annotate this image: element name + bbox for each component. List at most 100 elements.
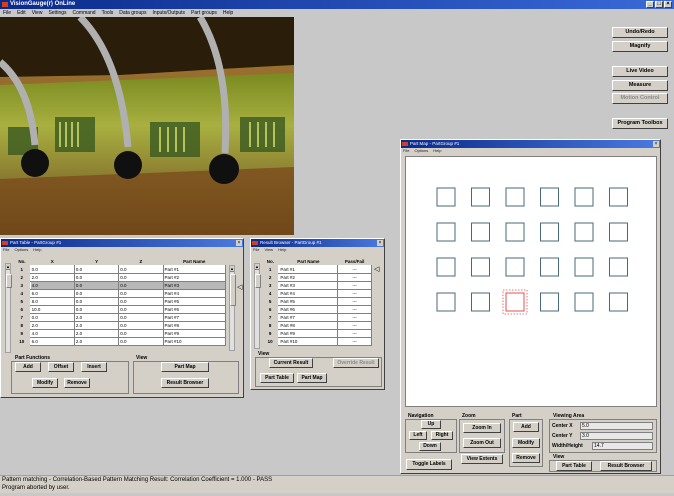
part-marker[interactable] xyxy=(540,257,559,277)
scroll-up-icon[interactable]: ▲ xyxy=(6,264,10,270)
part-marker[interactable] xyxy=(436,187,456,207)
part-marker[interactable] xyxy=(436,257,456,277)
menu-tools[interactable]: Tools xyxy=(102,9,114,17)
part-marker[interactable] xyxy=(574,292,594,312)
table-row[interactable]: 7 0.0 2.0 0.0 Part #7 xyxy=(14,313,227,322)
table-row[interactable]: 4 6.0 0.0 0.0 Part #4 xyxy=(14,289,227,298)
cell-name[interactable]: Part #3 xyxy=(278,281,339,290)
zoom-out-button[interactable]: Zoom Out xyxy=(463,438,501,448)
menu-help[interactable]: Help xyxy=(33,247,41,253)
cell-name[interactable]: Part #6 xyxy=(162,305,227,314)
cell-y[interactable]: 2.0 xyxy=(73,329,120,338)
cell-z[interactable]: 0.0 xyxy=(118,265,164,274)
cell-y[interactable]: 0.0 xyxy=(73,297,120,306)
part-marker[interactable] xyxy=(609,187,628,207)
menu-data-groups[interactable]: Data groups xyxy=(119,9,146,17)
table-row[interactable]: 9 4.0 2.0 0.0 Part #9 xyxy=(14,329,227,338)
cell-name[interactable]: Part #7 xyxy=(278,313,339,322)
cell-z[interactable]: 0.0 xyxy=(118,297,164,306)
current-result-button[interactable]: Current Result xyxy=(269,358,313,368)
remove-part-button[interactable]: Remove xyxy=(512,453,540,463)
cell-z[interactable]: 0.0 xyxy=(118,289,164,298)
cell-y[interactable]: 0.0 xyxy=(73,305,120,314)
table-row[interactable]: 5 Part #5 --- xyxy=(262,297,372,306)
cell-name[interactable]: Part #5 xyxy=(162,297,227,306)
cell-y[interactable]: 0.0 xyxy=(73,289,120,298)
table-row[interactable]: 3 4.0 0.0 0.0 Part #3 xyxy=(14,281,227,290)
cell-pf[interactable]: --- xyxy=(337,329,372,338)
menu-help[interactable]: Help xyxy=(278,247,286,253)
cell-name[interactable]: Part #4 xyxy=(278,289,339,298)
part-marker[interactable] xyxy=(540,187,559,207)
menu-view[interactable]: View xyxy=(264,247,273,253)
part-table-right-scrollbar[interactable]: ▲ xyxy=(229,265,236,351)
part-marker[interactable] xyxy=(505,257,525,277)
result-browser-left-scrollbar[interactable]: ▲ xyxy=(254,263,261,349)
cell-name[interactable]: Part #1 xyxy=(162,265,227,274)
part-marker[interactable] xyxy=(574,222,594,242)
cell-name[interactable]: Part #9 xyxy=(162,329,227,338)
cell-x[interactable]: 6.0 xyxy=(29,337,75,346)
cell-z[interactable]: 0.0 xyxy=(118,305,164,314)
cell-name[interactable]: Part #1 xyxy=(278,265,339,274)
program-toolbox-button[interactable]: Program Toolbox xyxy=(612,118,668,129)
cell-y[interactable]: 2.0 xyxy=(73,321,120,330)
table-row[interactable]: 1 Part #1 --- xyxy=(262,265,372,274)
cell-x[interactable]: 2.0 xyxy=(29,273,75,282)
insert-button[interactable]: Insert xyxy=(81,362,107,372)
close-icon[interactable]: × xyxy=(664,1,672,8)
scroll-thumb[interactable] xyxy=(6,274,12,288)
part-marker[interactable] xyxy=(505,222,525,242)
cell-z[interactable]: 0.0 xyxy=(118,273,164,282)
part-marker[interactable] xyxy=(540,292,559,312)
table-row[interactable]: 7 Part #7 --- xyxy=(262,313,372,322)
menu-options[interactable]: Options xyxy=(414,148,428,154)
cell-y[interactable]: 0.0 xyxy=(73,281,120,290)
part-map-button[interactable]: Part Map xyxy=(297,373,327,383)
menu-file[interactable]: File xyxy=(253,247,259,253)
table-row[interactable]: 10 Part #10 --- xyxy=(262,337,372,346)
offset-button[interactable]: Offset xyxy=(48,362,74,372)
part-table-button[interactable]: Part Table xyxy=(556,461,592,471)
part-marker[interactable] xyxy=(471,292,490,312)
toggle-labels-button[interactable]: Toggle Labels xyxy=(406,459,452,470)
part-marker[interactable] xyxy=(471,257,490,277)
magnify-button[interactable]: Magnify xyxy=(612,41,668,52)
cell-pf[interactable]: --- xyxy=(337,273,372,282)
cell-z[interactable]: 0.0 xyxy=(118,313,164,322)
cell-name[interactable]: Part #3 xyxy=(162,281,227,290)
part-marker[interactable] xyxy=(574,257,594,277)
part-marker[interactable] xyxy=(505,187,525,207)
result-browser-button[interactable]: Result Browser xyxy=(161,378,209,388)
menu-edit[interactable]: Edit xyxy=(17,9,26,17)
table-row[interactable]: 8 2.0 2.0 0.0 Part #8 xyxy=(14,321,227,330)
table-row[interactable]: 2 2.0 0.0 0.0 Part #2 xyxy=(14,273,227,282)
part-marker[interactable] xyxy=(436,292,456,312)
part-marker[interactable] xyxy=(436,222,456,242)
cell-y[interactable]: 0.0 xyxy=(73,265,120,274)
part-marker[interactable] xyxy=(471,187,490,207)
cell-x[interactable]: 6.0 xyxy=(29,289,75,298)
add-button[interactable]: Add xyxy=(15,362,41,372)
cell-pf[interactable]: --- xyxy=(337,265,372,274)
cell-pf[interactable]: --- xyxy=(337,305,372,314)
cell-x[interactable]: 8.0 xyxy=(29,297,75,306)
cell-name[interactable]: Part #2 xyxy=(278,273,339,282)
cell-z[interactable]: 0.0 xyxy=(118,329,164,338)
scroll-up-icon[interactable]: ▲ xyxy=(255,264,259,270)
cell-pf[interactable]: --- xyxy=(337,289,372,298)
cell-name[interactable]: Part #7 xyxy=(162,313,227,322)
cell-name[interactable]: Part #4 xyxy=(162,289,227,298)
measure-button[interactable]: Measure xyxy=(612,80,668,91)
override-result-button[interactable]: Override Result xyxy=(333,358,379,368)
part-marker-selected[interactable] xyxy=(505,292,525,312)
cell-z[interactable]: 0.0 xyxy=(118,321,164,330)
menu-settings[interactable]: Settings xyxy=(48,9,66,17)
result-browser-button[interactable]: Result Browser xyxy=(600,461,652,471)
table-row[interactable]: 6 10.0 0.0 0.0 Part #6 xyxy=(14,305,227,314)
menu-view[interactable]: View xyxy=(32,9,43,17)
cell-pf[interactable]: --- xyxy=(337,337,372,346)
table-row[interactable]: 4 Part #4 --- xyxy=(262,289,372,298)
view-extents-button[interactable]: View Extents xyxy=(461,454,503,464)
table-row[interactable]: 9 Part #9 --- xyxy=(262,329,372,338)
